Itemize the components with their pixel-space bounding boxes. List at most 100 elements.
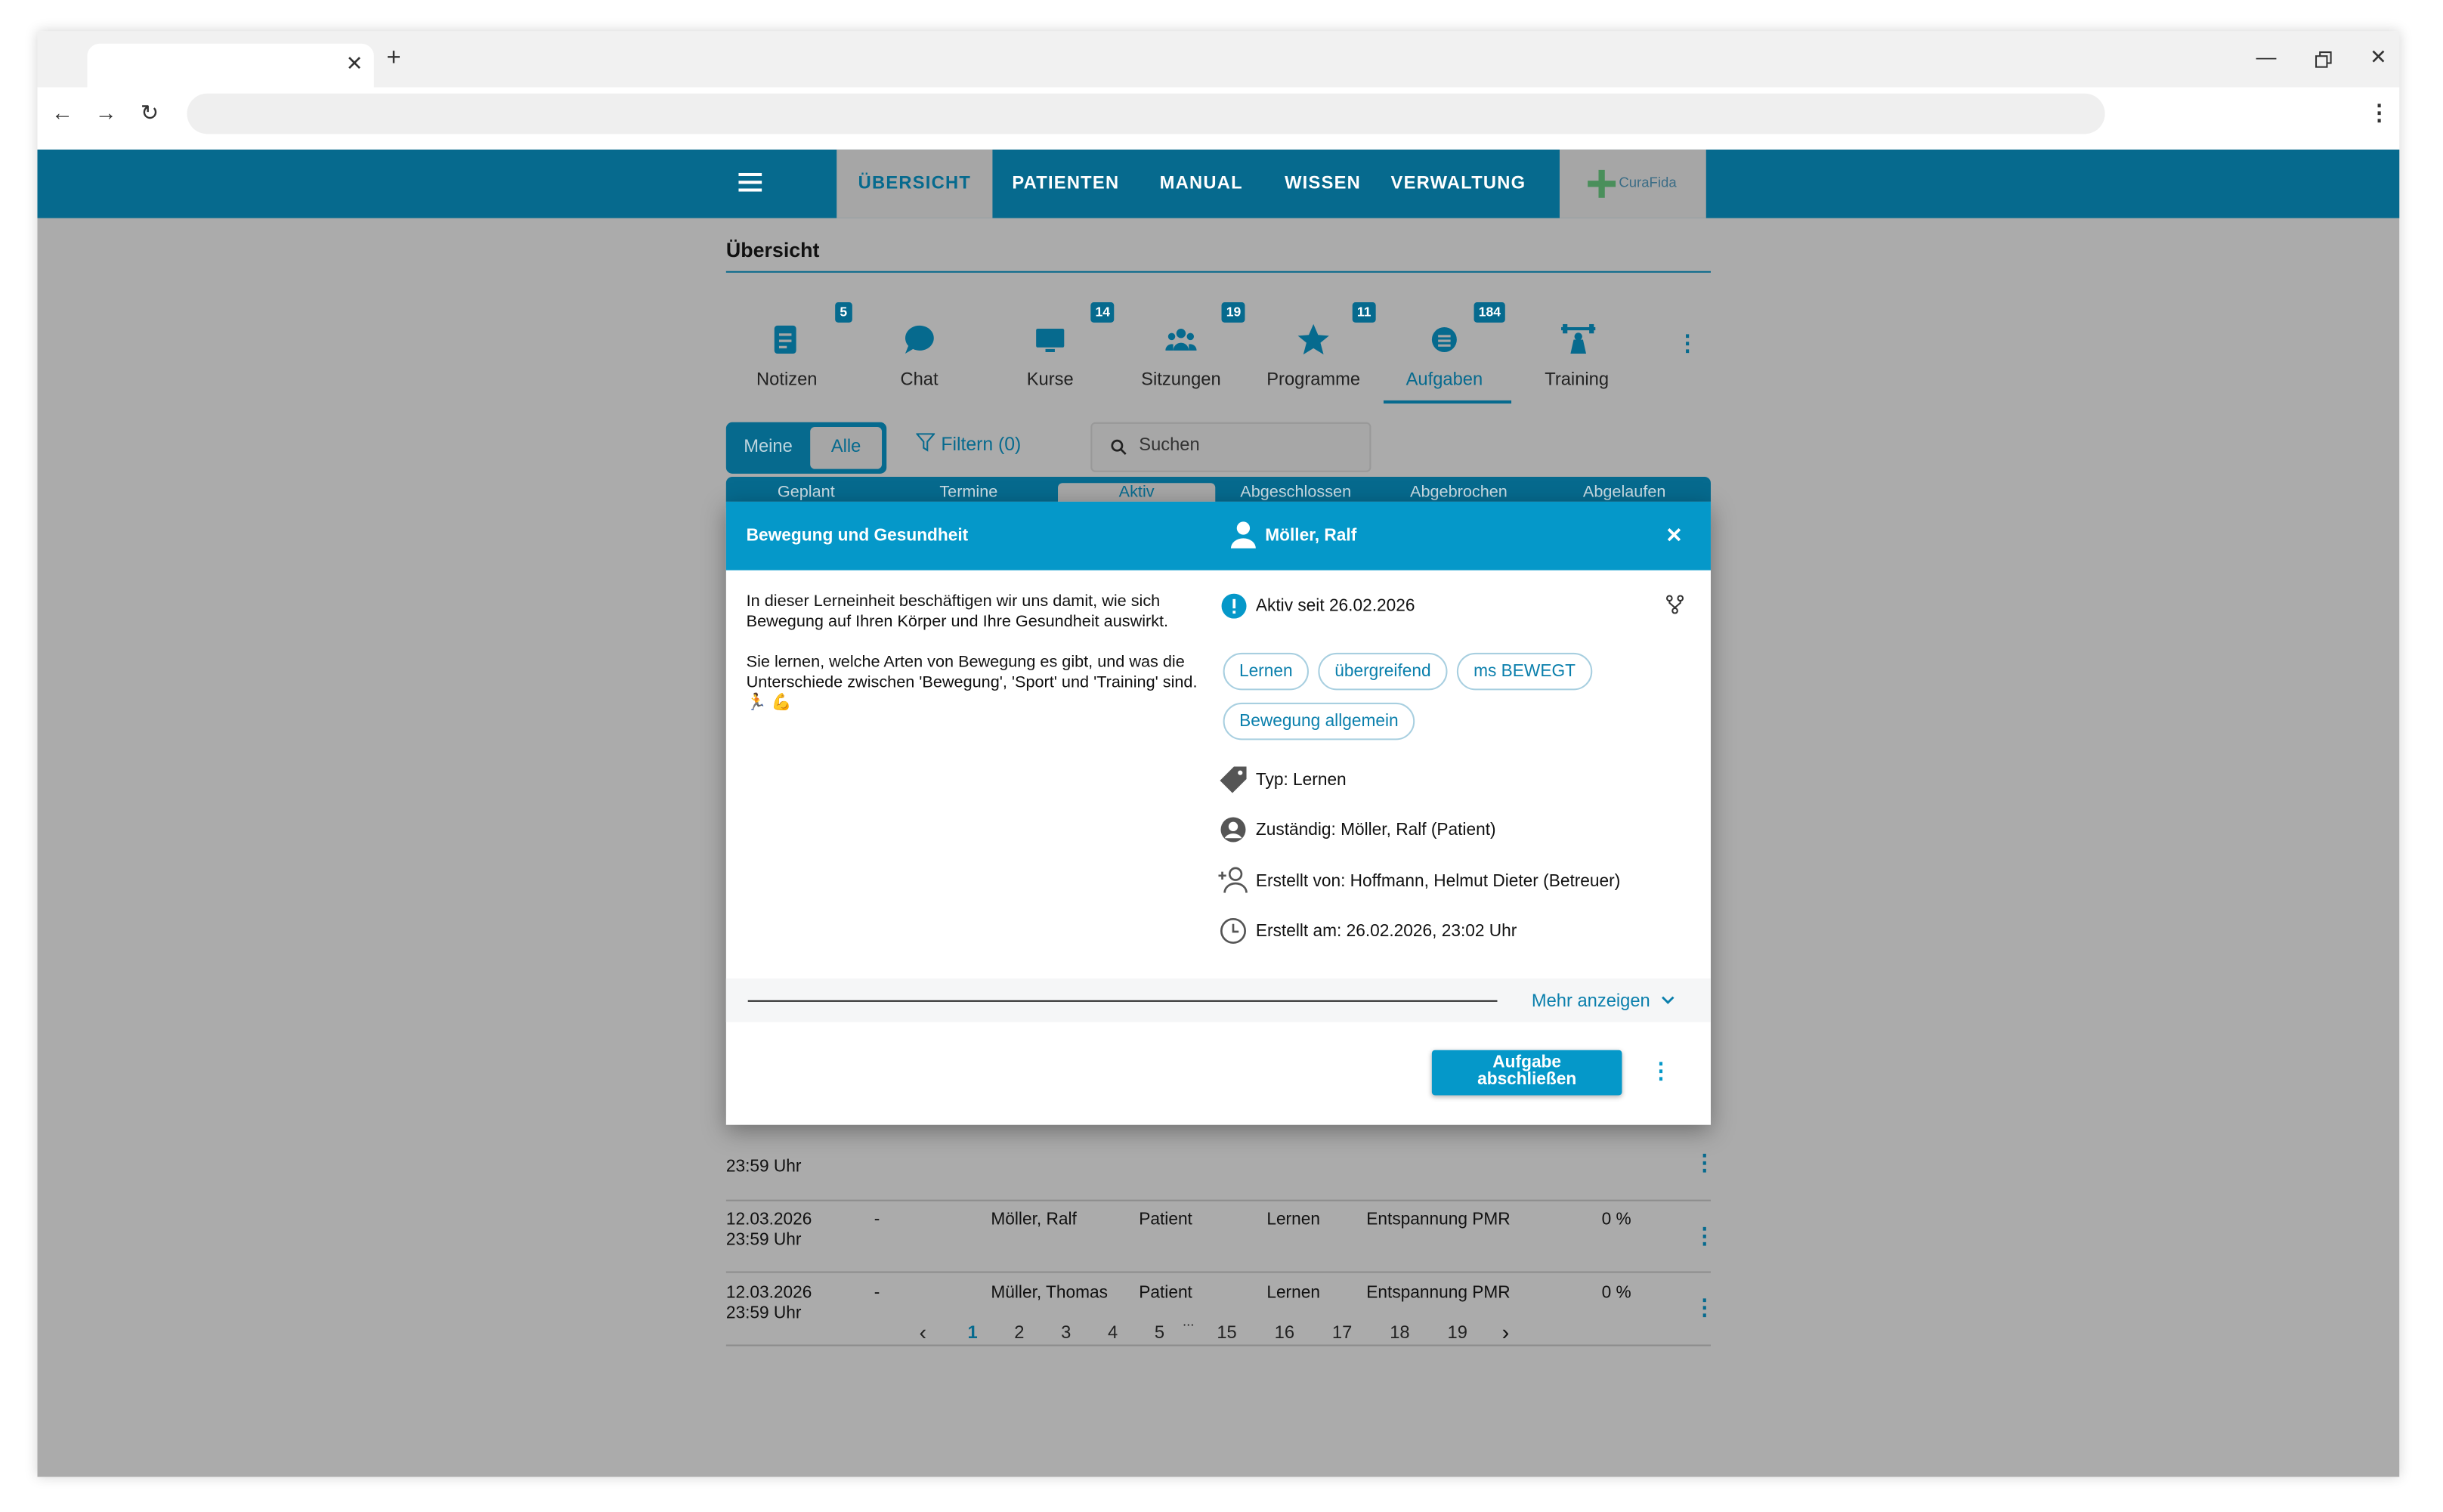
- page-15[interactable]: 15: [1217, 1325, 1236, 1343]
- task-dialog: Bewegung und Gesundheit Möller, Ralf ✕ I…: [725, 501, 1711, 1125]
- training-icon: [1561, 323, 1596, 354]
- page-18[interactable]: 18: [1390, 1325, 1409, 1343]
- dialog-header: Bewegung und Gesundheit Möller, Ralf ✕: [725, 501, 1711, 570]
- nav-patienten[interactable]: PATIENTEN: [992, 150, 1139, 218]
- page-1[interactable]: 1: [967, 1325, 977, 1343]
- cell-role: Patient: [1139, 1284, 1192, 1303]
- group-icon: [1165, 329, 1197, 351]
- monitor-icon: [1036, 329, 1065, 352]
- prev-page-icon[interactable]: ‹: [920, 1319, 927, 1344]
- complete-task-button[interactable]: Aufgabe abschließen: [1431, 1050, 1622, 1096]
- tab-abgeschlossen[interactable]: Abgeschlossen: [1240, 483, 1351, 502]
- category-label: Aufgaben: [1405, 370, 1483, 390]
- row-menu-icon[interactable]: ⋮: [1693, 1223, 1715, 1250]
- search-placeholder: Suchen: [1139, 436, 1200, 456]
- row-menu-icon[interactable]: ⋮: [1693, 1150, 1715, 1177]
- category-label: Sitzungen: [1141, 370, 1221, 390]
- address-bar[interactable]: [187, 93, 2105, 135]
- badge-aufgaben: 184: [1474, 302, 1506, 323]
- chevron-down-icon: [1662, 996, 1675, 1004]
- back-icon[interactable]: ←: [47, 100, 78, 125]
- cell-date: 12.03.2026: [725, 1284, 812, 1303]
- show-more-label: Mehr anzeigen: [1531, 992, 1650, 1012]
- active-category-indicator: [1383, 400, 1512, 404]
- search-input[interactable]: Suchen: [1090, 422, 1371, 472]
- task-status: Aktiv seit 26.02.2026: [1255, 596, 1415, 616]
- dialog-patient: Möller, Ralf: [1265, 526, 1357, 546]
- browser-tab[interactable]: ✕: [87, 43, 374, 88]
- task-created-at: Erstellt am: 26.02.2026, 23:02 Uhr: [1255, 922, 1517, 942]
- tab-geplant[interactable]: Geplant: [778, 483, 835, 502]
- app-bar: ÜBERSICHT PATIENTEN MANUAL WISSEN VERWAL…: [37, 149, 2400, 218]
- toggle-alle[interactable]: Alle: [810, 426, 883, 469]
- tag-chip[interactable]: Lernen: [1223, 652, 1309, 691]
- search-icon: [1111, 439, 1127, 455]
- new-tab-icon[interactable]: +: [386, 45, 400, 73]
- badge-notizen: 5: [835, 302, 852, 323]
- nav-manual[interactable]: MANUAL: [1139, 150, 1263, 218]
- tag-chip[interactable]: Bewegung allgemein: [1223, 702, 1415, 741]
- restore-icon[interactable]: [2315, 51, 2333, 69]
- logo[interactable]: CuraFida: [1559, 149, 1706, 218]
- logo-text: CuraFida: [1619, 174, 1677, 190]
- next-page-icon[interactable]: ›: [1502, 1319, 1510, 1344]
- cell-role: Patient: [1139, 1211, 1192, 1229]
- description-paragraph: Sie lernen, welche Arten von Bewegung es…: [746, 652, 1198, 713]
- show-more-button[interactable]: Mehr anzeigen: [1532, 992, 1675, 1011]
- close-dialog-icon[interactable]: ✕: [1665, 524, 1682, 549]
- badge-kurse: 14: [1090, 302, 1115, 323]
- page-17[interactable]: 17: [1332, 1325, 1352, 1343]
- tab-strip: ✕ + — ✕: [37, 31, 2400, 88]
- nav-uebersicht[interactable]: ÜBERSICHT: [836, 149, 993, 218]
- cell-date: 12.03.2026: [725, 1211, 812, 1229]
- tag-chip[interactable]: übergreifend: [1318, 652, 1448, 691]
- close-window-icon[interactable]: ✕: [2370, 45, 2386, 70]
- scope-toggle: Meine Alle: [725, 422, 887, 474]
- page-2[interactable]: 2: [1014, 1325, 1024, 1343]
- tag-chip[interactable]: ms BEWEGT: [1456, 652, 1593, 691]
- task-responsible: Zuständig: Möller, Ralf (Patient): [1255, 821, 1496, 840]
- tab-termine[interactable]: Termine: [939, 483, 997, 502]
- chat-icon: [905, 325, 934, 354]
- browser-menu-icon[interactable]: ⋮: [2364, 100, 2395, 126]
- page-4[interactable]: 4: [1108, 1325, 1118, 1343]
- reload-icon[interactable]: ↻: [134, 100, 165, 126]
- nav-wissen[interactable]: WISSEN: [1263, 150, 1382, 218]
- cell-name: Möller, Ralf: [991, 1211, 1077, 1229]
- row-partial-time: 23:59 Uhr: [725, 1157, 802, 1177]
- nav-verwaltung[interactable]: VERWALTUNG: [1382, 150, 1535, 218]
- show-more-bar: Mehr anzeigen: [725, 978, 1711, 1022]
- category-label: Programme: [1266, 370, 1361, 390]
- page-19[interactable]: 19: [1448, 1325, 1467, 1343]
- dialog-title: Bewegung und Gesundheit: [746, 526, 969, 546]
- tab-abgelaufen[interactable]: Abgelaufen: [1583, 483, 1666, 502]
- tab-abgebrochen[interactable]: Abgebrochen: [1410, 483, 1508, 502]
- fork-icon[interactable]: [1665, 595, 1684, 614]
- cell-type: Lernen: [1266, 1211, 1320, 1229]
- filter-button[interactable]: Filtern (0): [915, 433, 1022, 456]
- row-menu-icon[interactable]: ⋮: [1693, 1294, 1715, 1321]
- badge-programme: 11: [1352, 302, 1376, 323]
- page-3[interactable]: 3: [1061, 1325, 1071, 1343]
- dialog-more-icon[interactable]: ⋮: [1650, 1058, 1672, 1084]
- toggle-meine[interactable]: Meine: [728, 424, 809, 472]
- browser-toolbar: ← → ↻ ⋮: [37, 87, 2400, 150]
- page-16[interactable]: 16: [1275, 1325, 1294, 1343]
- task-created-by: Erstellt von: Hoffmann, Helmut Dieter (B…: [1255, 872, 1621, 892]
- cell-topic: Entspannung PMR: [1366, 1284, 1511, 1303]
- page-5[interactable]: 5: [1155, 1325, 1164, 1343]
- account-icon: [1220, 817, 1246, 843]
- task-type: Typ: Lernen: [1255, 771, 1347, 790]
- category-label: Chat: [900, 370, 939, 390]
- close-tab-icon[interactable]: ✕: [346, 51, 363, 76]
- category-label: Kurse: [1026, 370, 1074, 390]
- minimize-icon[interactable]: —: [2256, 45, 2277, 69]
- note-icon: [774, 325, 796, 354]
- menu-icon[interactable]: [738, 172, 762, 192]
- description-paragraph: In dieser Lerneinheit beschäftigen wir u…: [746, 592, 1169, 632]
- filter-label: Filtern (0): [941, 433, 1022, 456]
- more-categories-icon[interactable]: ⋮: [1677, 330, 1699, 357]
- page-content: ÜBERSICHT PATIENTEN MANUAL WISSEN VERWAL…: [37, 149, 2400, 1477]
- cell-progress: 0 %: [1601, 1211, 1631, 1229]
- forward-icon[interactable]: →: [91, 100, 122, 125]
